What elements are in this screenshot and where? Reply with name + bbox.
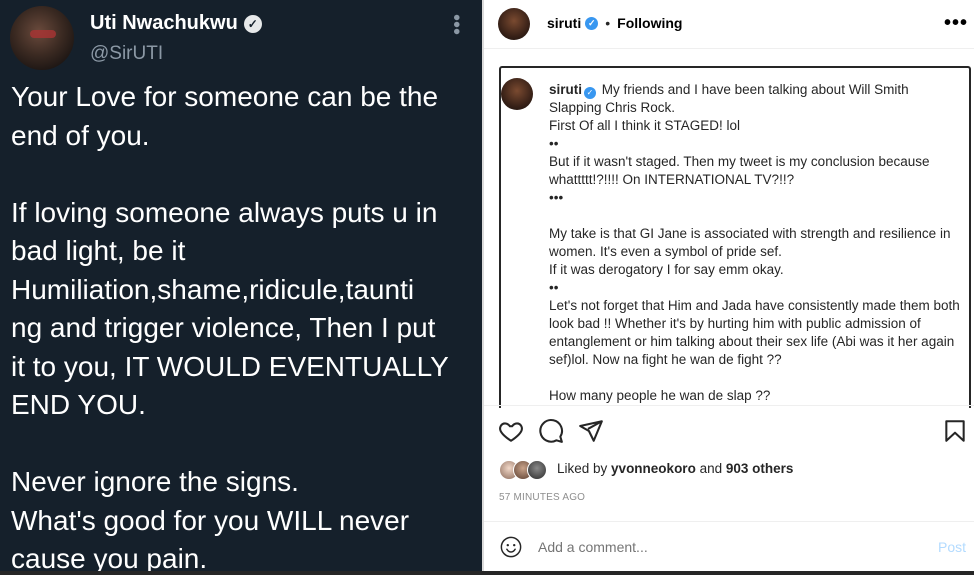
verified-icon: ✓ [584, 87, 597, 99]
verified-icon: ✓ [243, 14, 262, 33]
tweet-panel: Uti Nwachukwu ✓ @SirUTI ••• Your Love fo… [0, 0, 482, 575]
bottom-edge [0, 571, 974, 575]
share-icon[interactable] [578, 418, 604, 444]
liked-by-user[interactable]: yvonneokoro [611, 461, 696, 476]
caption-text: siruti ✓ My friends and I have been talki… [549, 81, 963, 405]
post-header: siruti ✓ • Following [547, 15, 682, 31]
comment-input[interactable] [538, 539, 898, 555]
smiley-icon[interactable] [500, 536, 522, 558]
tweet-avatar[interactable] [10, 6, 74, 70]
post-author-username[interactable]: siruti [547, 15, 581, 31]
caption-scroll-area[interactable]: siruti ✓ My friends and I have been talki… [499, 66, 971, 408]
more-options-icon[interactable]: ••• [944, 12, 968, 35]
caption-username[interactable]: siruti [549, 82, 582, 97]
verified-icon: ✓ [585, 16, 599, 30]
post-comment-button[interactable]: Post [938, 539, 966, 555]
caption-author-avatar[interactable] [501, 78, 533, 110]
tweet-author[interactable]: Uti Nwachukwu ✓ [90, 12, 262, 35]
liker-avatars[interactable] [499, 460, 553, 480]
more-options-icon[interactable]: ••• [445, 14, 467, 35]
liked-by-count[interactable]: 903 others [726, 461, 794, 476]
post-timestamp[interactable]: 57 MINUTES AGO [499, 492, 585, 503]
following-button[interactable]: Following [617, 15, 682, 31]
likes-summary[interactable]: Liked by yvonneokoro and 903 others [557, 461, 793, 476]
header-divider [484, 48, 974, 49]
bookmark-icon[interactable] [942, 418, 968, 444]
liked-by-prefix: Liked by [557, 461, 612, 476]
comment-icon[interactable] [538, 418, 564, 444]
liker-avatar [527, 460, 547, 480]
actions-divider [484, 405, 974, 406]
action-bar [498, 418, 968, 446]
caption-body: My friends and I have been talking about… [549, 82, 960, 403]
separator-dot: • [605, 15, 611, 31]
tweet-author-name: Uti Nwachukwu [90, 12, 238, 34]
post-author-avatar[interactable] [498, 8, 530, 40]
liked-by-and: and [695, 461, 726, 476]
heart-icon[interactable] [498, 418, 524, 444]
tweet-text: Your Love for someone can be the end of … [11, 81, 449, 574]
comment-row: Post [484, 521, 974, 576]
tweet-handle[interactable]: @SirUTI [90, 43, 163, 65]
